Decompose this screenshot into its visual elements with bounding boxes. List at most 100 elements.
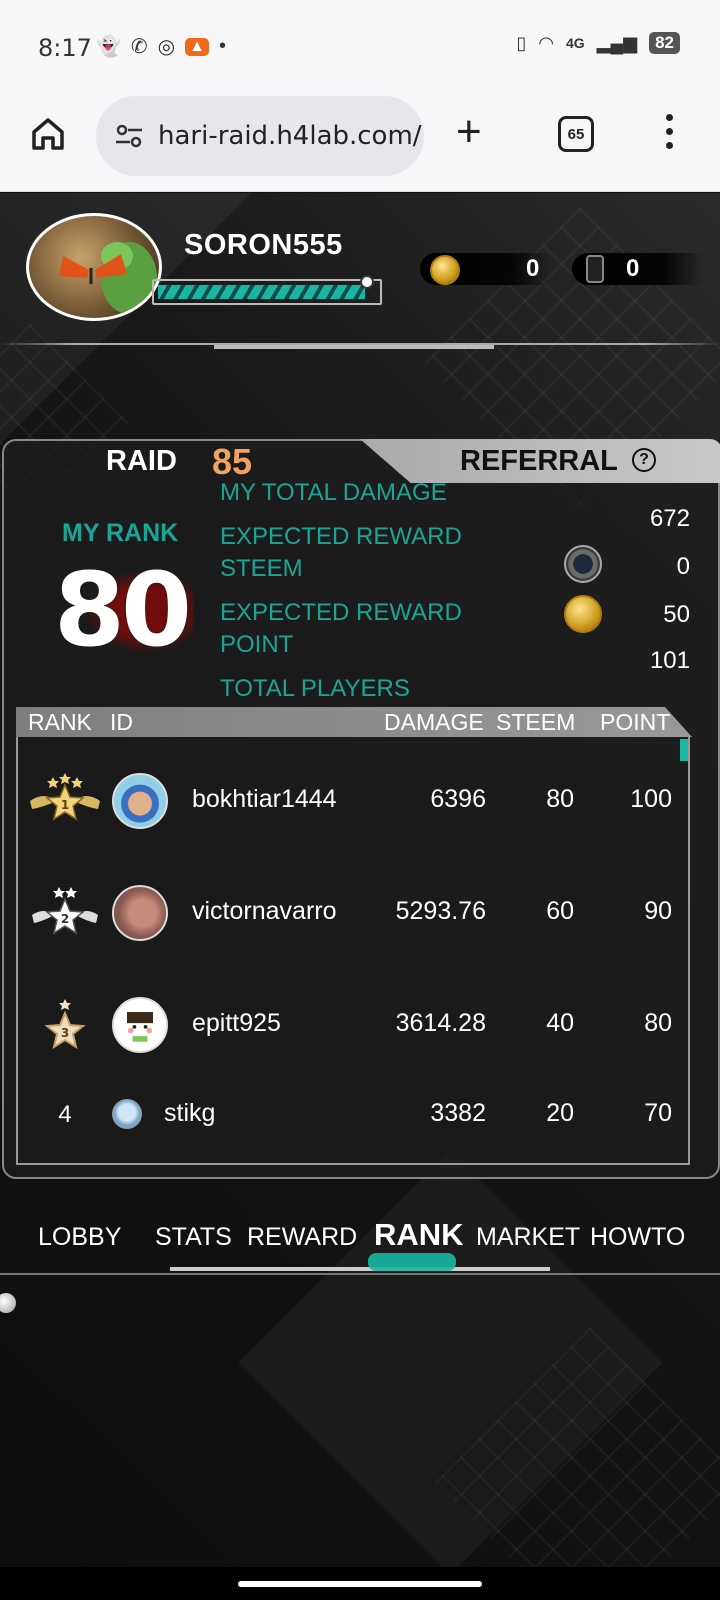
site-settings-icon[interactable] [114,121,144,151]
nav-stats[interactable]: STATS [155,1223,232,1252]
referral-help-icon[interactable]: ? [632,448,656,472]
butterfly-avatar-image [59,242,157,314]
tab-switcher-button[interactable]: 65 [558,116,594,152]
user-steem: 60 [546,897,574,925]
user-damage: 3614.28 [395,1009,486,1037]
snapchat-icon: 👻 [96,36,121,58]
xp-progress-fill [158,285,366,299]
my-rank-value: 80 [54,551,192,670]
gold-winged-star-icon: 1 [30,773,100,821]
col-damage: DAMAGE [384,709,484,735]
user-steem: 40 [546,1009,574,1037]
rank-2-badge: 2 [26,883,104,943]
leaderboard-scrollbar[interactable] [680,739,688,761]
nav-howto[interactable]: HOWTO [590,1223,685,1252]
user-steem: 80 [546,785,574,813]
user-point: 100 [630,785,672,813]
user-id: epitt925 [192,1009,281,1037]
user-damage: 5293.76 [395,897,486,925]
svg-text:2: 2 [61,912,69,926]
table-row[interactable]: 2 victornavarro 5293.76 60 90 [0,883,720,963]
svg-text:3: 3 [61,1026,69,1040]
player-username: SORON555 [184,229,343,261]
total-damage-label: MY TOTAL DAMAGE [220,479,447,506]
user-avatar[interactable] [112,997,168,1053]
col-steem: STEEM [496,709,576,735]
expected-steem-label-line1: EXPECTED REWARD [220,523,462,550]
xp-progress-bar [152,275,382,305]
bronze-star-icon: 3 [44,999,86,1050]
expected-point-value: 50 [663,601,690,628]
table-row[interactable]: 1 bokhtiar1444 6396 80 100 [0,771,720,851]
xp-progress-knob [360,275,374,289]
system-icons: ▯ ◠ 4G ▂▄▆ 82 [516,32,680,54]
address-bar[interactable]: hari-raid.h4lab.com/ [96,96,424,176]
user-id: stikg [164,1099,216,1127]
user-point: 80 [644,1009,672,1037]
overflow-menu-icon[interactable] [664,114,674,154]
phone-signal-icon: ✆ [130,36,148,58]
more-dot-icon: • [218,35,226,57]
user-damage: 3382 [430,1099,486,1127]
game-screen: SORON555 0 0 RAID 85 REFERRAL ? MY RANK … [0,193,720,1567]
nav-market[interactable]: MARKET [476,1223,580,1252]
status-time: 8:17 [38,34,92,62]
tab-referral-label: REFERRAL [460,445,618,477]
rank-1-badge: 1 [26,771,104,831]
user-rank: 4 [58,1101,72,1128]
app-notification-icon: ▲ [185,37,209,56]
point-coin-icon [564,595,602,633]
ticket-counter: 0 [572,249,702,289]
table-row[interactable]: 4 stikg 3382 20 70 [0,1085,720,1165]
total-damage-value: 672 [649,505,690,532]
total-players-value: 101 [649,647,690,674]
my-rank-label: MY RANK [62,519,179,547]
user-avatar[interactable] [112,885,168,941]
user-damage: 6396 [430,785,486,813]
home-gesture-bar[interactable] [238,1581,482,1587]
user-avatar[interactable] [112,1099,142,1129]
ticket-count: 0 [626,255,640,282]
user-id: victornavarro [192,897,337,925]
col-rank: RANK [28,709,92,735]
scroll-knob [0,1293,16,1313]
new-tab-button[interactable]: + [456,110,482,154]
header-divider-ornament [214,339,494,349]
ticket-icon [586,255,604,283]
notification-icons: 👻 ✆ ◎ ▲ • [96,34,226,59]
tab-raid[interactable]: RAID [106,445,177,478]
user-avatar[interactable] [112,773,168,829]
bottom-nav: LOBBY STATS REWARD RANK MARKET HOWTO [0,1217,720,1279]
user-point: 90 [644,897,672,925]
nav-rank[interactable]: RANK [374,1217,464,1253]
expected-steem-value: 0 [676,553,690,580]
battery-indicator: 82 [649,32,680,54]
expected-steem-label-line2: STEEM [220,555,303,582]
nav-lobby[interactable]: LOBBY [38,1223,121,1252]
user-point: 70 [644,1099,672,1127]
browser-toolbar: hari-raid.h4lab.com/ + 65 [0,92,720,192]
coin-count: 0 [526,255,540,282]
leaderboard-header: RANK ID DAMAGE STEEM POINT [16,707,692,737]
rank-3-badge: 3 [26,995,104,1055]
player-avatar[interactable] [26,213,162,321]
col-id: ID [110,709,133,735]
coin-counter: 0 [420,249,570,289]
silver-winged-star-icon: 2 [32,887,98,935]
home-icon[interactable] [28,114,68,154]
status-bar: 8:17 👻 ✆ ◎ ▲ • ▯ ◠ 4G ▂▄▆ 82 [0,0,720,92]
total-players-label: TOTAL PLAYERS [220,675,410,702]
user-steem: 20 [546,1099,574,1127]
gesture-nav-area [0,1567,720,1600]
col-point: POINT [600,709,671,735]
svg-text:1: 1 [61,798,69,812]
expected-point-label-line2: POINT [220,631,294,658]
user-id: bokhtiar1444 [192,785,337,813]
table-row[interactable]: 3 epitt925 3614.28 40 80 [0,995,720,1075]
nav-active-indicator [368,1253,456,1271]
nav-reward[interactable]: REWARD [247,1223,357,1252]
signal-icon: ▂▄▆ [596,32,638,53]
cartoon-avatar-image [127,1012,153,1042]
steem-icon [564,545,602,583]
instagram-icon: ◎ [157,36,176,58]
